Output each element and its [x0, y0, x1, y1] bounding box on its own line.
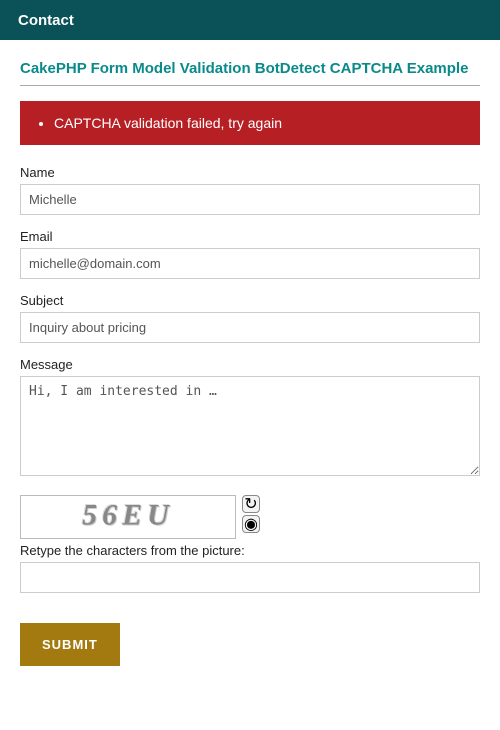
error-message-box: CAPTCHA validation failed, try again — [20, 101, 480, 145]
captcha-reload-button[interactable]: ↻ — [242, 495, 260, 513]
email-label: Email — [20, 229, 480, 244]
sound-icon: ◉ — [244, 514, 258, 534]
captcha-image: 56EU — [20, 495, 236, 539]
captcha-image-text: 56EU — [82, 499, 174, 533]
page-title: CakePHP Form Model Validation BotDetect … — [20, 60, 480, 86]
app-header: Contact — [0, 0, 500, 40]
name-label: Name — [20, 165, 480, 180]
message-textarea[interactable] — [20, 376, 480, 476]
captcha-label: Retype the characters from the picture: — [20, 543, 480, 558]
header-title: Contact — [18, 12, 74, 29]
email-field-group: Email — [20, 229, 480, 279]
subject-input[interactable] — [20, 312, 480, 343]
captcha-input[interactable] — [20, 562, 480, 593]
subject-label: Subject — [20, 293, 480, 308]
name-input[interactable] — [20, 184, 480, 215]
name-field-group: Name — [20, 165, 480, 215]
message-label: Message — [20, 357, 480, 372]
reload-icon: ↻ — [244, 494, 257, 514]
email-input[interactable] — [20, 248, 480, 279]
submit-button[interactable]: SUBMIT — [20, 623, 120, 666]
subject-field-group: Subject — [20, 293, 480, 343]
message-field-group: Message — [20, 357, 480, 481]
captcha-section: 56EU ↻ ◉ Retype the characters from the … — [20, 495, 480, 593]
captcha-sound-button[interactable]: ◉ — [242, 515, 260, 533]
error-message-item: CAPTCHA validation failed, try again — [54, 115, 470, 131]
main-container: CakePHP Form Model Validation BotDetect … — [0, 40, 500, 686]
